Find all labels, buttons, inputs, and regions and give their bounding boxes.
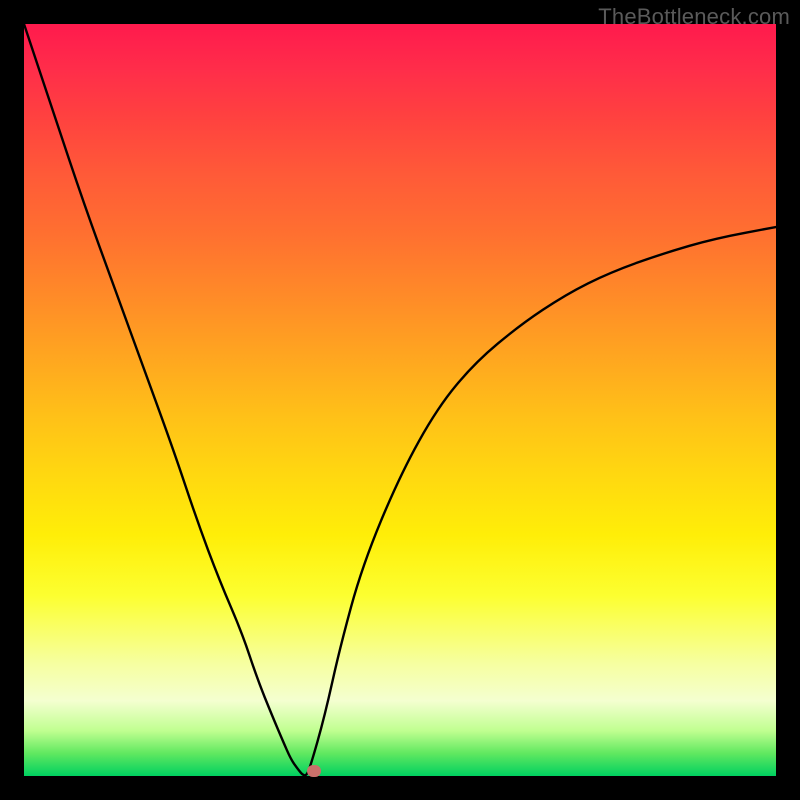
watermark-text: TheBottleneck.com [598,4,790,30]
chart-frame [24,24,776,776]
minimum-marker [307,765,321,777]
